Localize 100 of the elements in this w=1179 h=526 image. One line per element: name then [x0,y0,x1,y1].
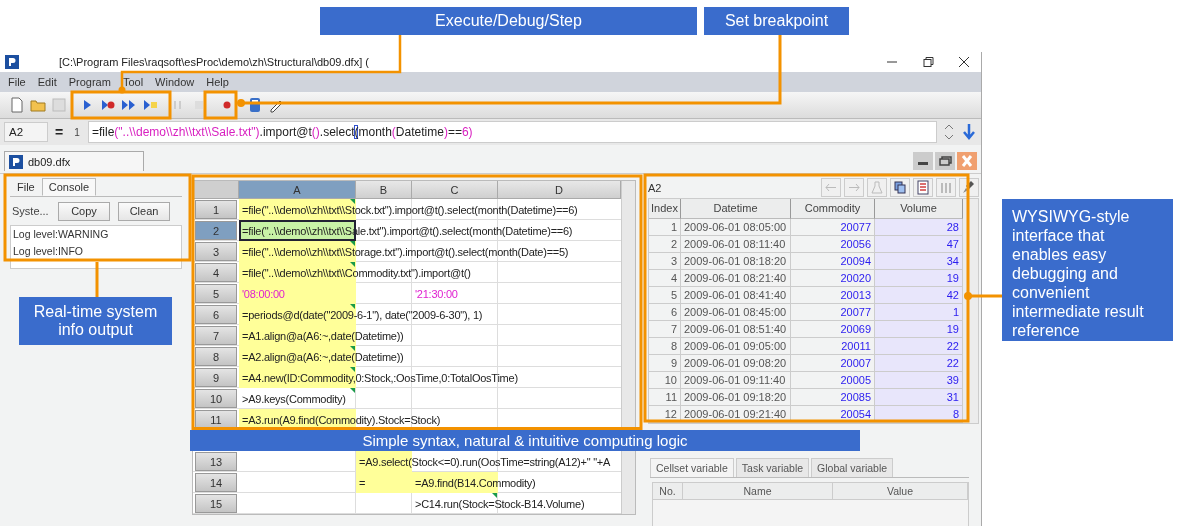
table-cell: 31 [875,389,963,406]
callout-label: Simple syntax, natural & intuitive computing logic [190,430,860,451]
panel-tab[interactable]: File [10,178,42,196]
column-header[interactable]: No. [653,483,683,500]
table-cell: 19 [875,270,963,287]
cell-name-field[interactable]: A2 [4,122,48,142]
table-cell: 22 [875,338,963,355]
column-header[interactable]: D [498,181,621,199]
log-line: Log level:WARNING [13,228,110,240]
row-header[interactable]: 9 [195,368,237,387]
table-cell: 47 [875,236,963,253]
variable-tab[interactable]: Task variable [735,458,810,477]
corner-header [193,181,239,199]
line-number: 1 [73,126,81,138]
row-header[interactable]: 10 [195,389,237,408]
table-cell: 2009-06-01 09:18:20 [681,389,791,406]
app-icon [9,154,23,169]
document-name: db09.dfx [28,155,71,168]
new-file-icon[interactable] [8,96,26,114]
system-label: Syste... [12,205,50,217]
app-icon [5,55,19,69]
row-header[interactable]: 6 [195,305,237,324]
column-header[interactable]: A [239,181,356,199]
column-header[interactable]: B [356,181,412,199]
window-title: [C:\Program Files\raqsoft\esProc\demo\zh\Structural\db09.dfx] ( [59,55,369,69]
console-button[interactable]: Clean [118,201,170,221]
table-cell: 2009-06-01 09:11:40 [681,372,791,389]
minimize-icon[interactable] [913,152,933,170]
table-cell: 39 [875,372,963,389]
table-cell: 4 [649,270,681,287]
table-cell: 19 [875,321,963,338]
grid-cell[interactable]: = [356,472,412,493]
row-header[interactable]: 8 [195,347,237,366]
menu-item[interactable]: Edit [37,75,57,89]
formula-field[interactable]: =file("..\\demo\\zh\\txt\\Sale.txt").import@t().select(month(Datetime)==6) [88,121,937,143]
menu-item[interactable]: File [8,75,26,89]
close-icon[interactable] [957,55,971,69]
row-header[interactable]: 7 [195,326,237,345]
menu-item[interactable]: Window [155,75,195,89]
table-cell: 2009-06-01 08:18:20 [681,253,791,270]
table-cell: 12 [649,406,681,423]
copy-icon[interactable] [890,178,910,197]
row-header[interactable]: 13 [195,452,237,471]
table-cell: 1 [649,219,681,236]
table-cell: 2009-06-01 08:05:00 [681,219,791,236]
table-cell: 34 [875,253,963,270]
column-header[interactable]: C [412,181,498,199]
column-header[interactable]: Name [683,483,833,500]
table-cell: 9 [649,355,681,372]
column-header[interactable]: Commodity [791,199,875,219]
row-header[interactable]: 2 [195,221,237,240]
table-cell: 2009-06-01 09:08:20 [681,355,791,372]
column-header[interactable]: Datetime [681,199,791,219]
grid-cell[interactable]: '21:30:00 [412,283,621,304]
row-header[interactable]: 5 [195,284,237,303]
callout-label: WYSIWYG-style interface that enables easy debugging and convenient intermediate result reference [1002,199,1173,341]
table-cell: 2009-06-01 09:05:00 [681,338,791,355]
table-cell: 2009-06-01 08:45:00 [681,304,791,321]
restore-icon[interactable] [921,55,935,69]
table-cell: 11 [649,389,681,406]
row-header[interactable]: 15 [195,494,237,513]
panel-tab[interactable]: Console [41,178,97,196]
callout-label: Set breakpoint [704,7,849,35]
table-cell: 2009-06-01 08:11:40 [681,236,791,253]
menu-item[interactable]: Tool [122,75,144,89]
table-cell: 3 [649,253,681,270]
callout-label: Execute/Debug/Step [320,7,697,35]
highlight-frame [203,90,238,120]
console-button[interactable]: Copy [58,201,110,221]
grid-cell[interactable]: >A9.keys(Commodity) [239,388,621,409]
log-line: Log level:INFO [13,245,85,257]
row-header[interactable]: 1 [195,200,237,219]
table-cell: 2009-06-01 08:51:40 [681,321,791,338]
column-header[interactable]: Index [649,199,681,219]
variable-tab[interactable]: Global variable [811,458,894,477]
table-cell: 8 [649,338,681,355]
table-cell: 1 [875,304,963,321]
table-cell: 28 [875,219,963,236]
table-cell: 22 [875,355,963,372]
grid-cell[interactable]: >C14.run(Stock=Stock-B14.Volume) [412,493,621,514]
table-cell: 2009-06-01 08:21:40 [681,270,791,287]
table-cell: 5 [649,287,681,304]
column-header[interactable]: Value [833,483,968,500]
document-tab[interactable]: db09.dfx [4,151,144,171]
column-header[interactable]: Volume [875,199,963,219]
table-cell: 2009-06-01 08:41:40 [681,287,791,304]
table-cell: 2009-06-01 09:21:40 [681,406,791,423]
equals-sign: = [53,124,65,140]
menu-item[interactable]: Help [206,75,229,89]
list-icon[interactable] [913,178,933,197]
row-header[interactable]: 14 [195,473,237,492]
table-cell: 6 [649,304,681,321]
row-header[interactable]: 4 [195,263,237,282]
menu-item[interactable]: Program [68,75,111,89]
result-cell-label: A2 [648,181,662,194]
table-cell: 7 [649,321,681,338]
row-header[interactable]: 3 [195,242,237,261]
variable-tab[interactable]: Cellset variable [650,458,734,477]
restore-icon[interactable] [935,152,955,170]
table-cell: 42 [875,287,963,304]
